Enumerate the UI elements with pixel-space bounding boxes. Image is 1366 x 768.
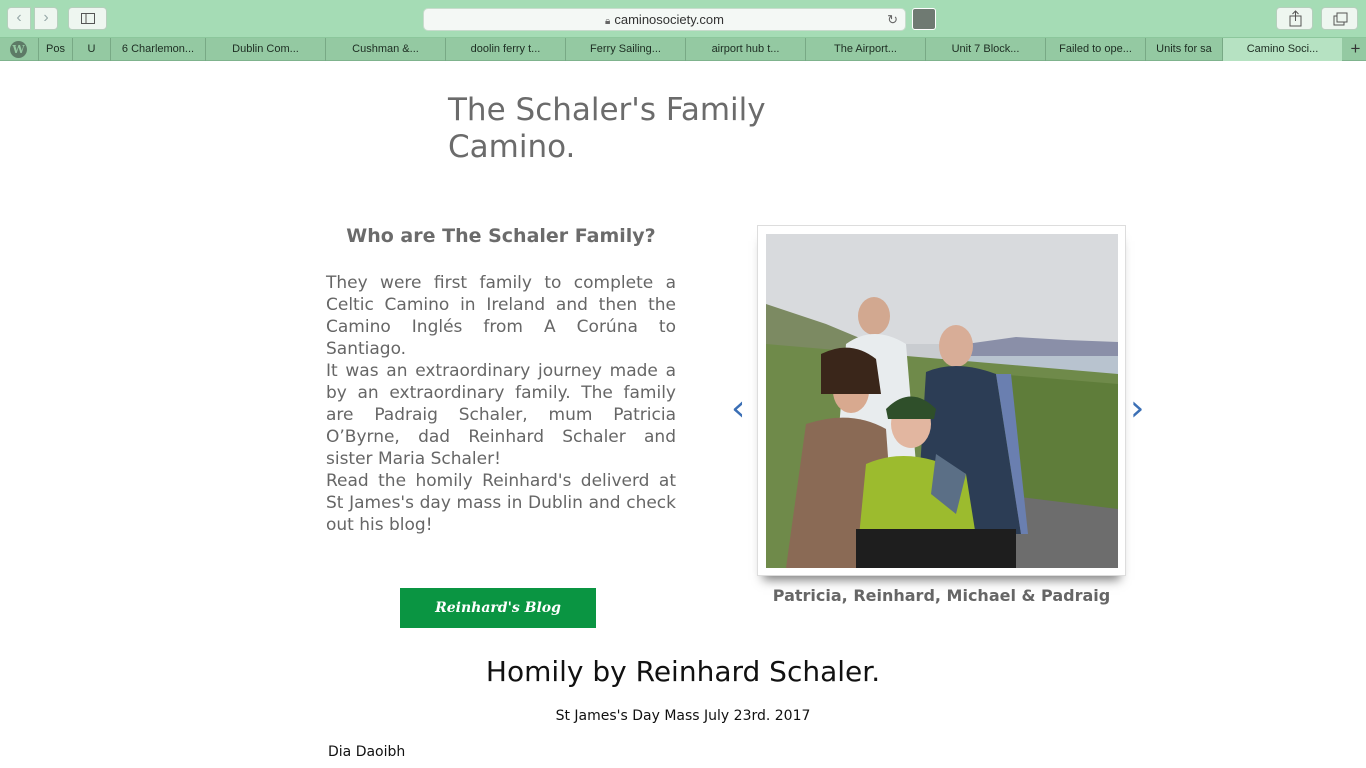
- url-text: caminosociety.com: [614, 12, 724, 27]
- homily-heading: Homily by Reinhard Schaler.: [485, 655, 881, 688]
- reload-icon[interactable]: ↻: [887, 9, 898, 30]
- tab-ferry[interactable]: Ferry Sailing...: [565, 38, 685, 61]
- gallery-frame: [757, 225, 1126, 576]
- tab-airport-hub[interactable]: airport hub t...: [685, 38, 805, 61]
- browser-toolbar: ‹ › 🔒︎ caminosociety.com ↻: [0, 0, 1366, 38]
- tab-charlemont[interactable]: 6 Charlemon...: [110, 38, 205, 61]
- show-tabs-button[interactable]: [1321, 7, 1358, 30]
- section-heading: Who are The Schaler Family?: [346, 225, 656, 247]
- tab-doolin[interactable]: doolin ferry t...: [445, 38, 565, 61]
- tab-bar: W Pos U 6 Charlemon... Dublin Com... Cus…: [0, 38, 1366, 61]
- homily-paragraph: Read the homily Reinhard's deliverd at S…: [326, 471, 676, 535]
- gallery-next-icon[interactable]: ›: [1130, 391, 1144, 427]
- share-icon: [1289, 10, 1302, 27]
- family-photo: [766, 234, 1118, 568]
- photo-caption: Patricia, Reinhard, Michael & Padraig: [772, 586, 1111, 605]
- tab-dublin[interactable]: Dublin Com...: [205, 38, 325, 61]
- greeting-text: Dia Daoibh: [328, 744, 406, 760]
- lock-icon: 🔒︎: [605, 16, 611, 27]
- extension-icon[interactable]: [912, 8, 936, 30]
- reinhards-blog-button[interactable]: Reinhard's Blog: [400, 588, 596, 628]
- tab-camino-society[interactable]: Camino Soci...: [1222, 38, 1342, 61]
- tab-units[interactable]: Units for sa: [1145, 38, 1222, 61]
- tabs-icon: [1333, 12, 1348, 26]
- gallery-prev-icon[interactable]: ‹: [731, 391, 745, 427]
- tab-unit7[interactable]: Unit 7 Block...: [925, 38, 1045, 61]
- tab-failed[interactable]: Failed to ope...: [1045, 38, 1145, 61]
- share-button[interactable]: [1276, 7, 1313, 30]
- tab-the-airport[interactable]: The Airport...: [805, 38, 925, 61]
- tab-pos[interactable]: Pos: [38, 38, 72, 61]
- tab-u[interactable]: U: [72, 38, 110, 61]
- new-tab-button[interactable]: +: [1345, 38, 1366, 61]
- page-title: The Schaler's Family Camino.: [448, 92, 766, 165]
- wordpress-icon[interactable]: W: [10, 41, 27, 58]
- sidebar-icon: [81, 13, 95, 24]
- forward-button[interactable]: ›: [34, 7, 58, 30]
- back-button[interactable]: ‹: [7, 7, 31, 30]
- family-photo-image: [766, 234, 1118, 568]
- address-bar[interactable]: 🔒︎ caminosociety.com ↻: [423, 8, 906, 31]
- sidebar-toggle-button[interactable]: [68, 7, 107, 30]
- family-paragraph: It was an extraordinary journey made a b…: [326, 361, 676, 469]
- mass-date: St James's Day Mass July 23rd. 2017: [555, 708, 811, 724]
- tab-cushman[interactable]: Cushman &...: [325, 38, 445, 61]
- intro-paragraph: They were first family to complete a Cel…: [326, 273, 676, 359]
